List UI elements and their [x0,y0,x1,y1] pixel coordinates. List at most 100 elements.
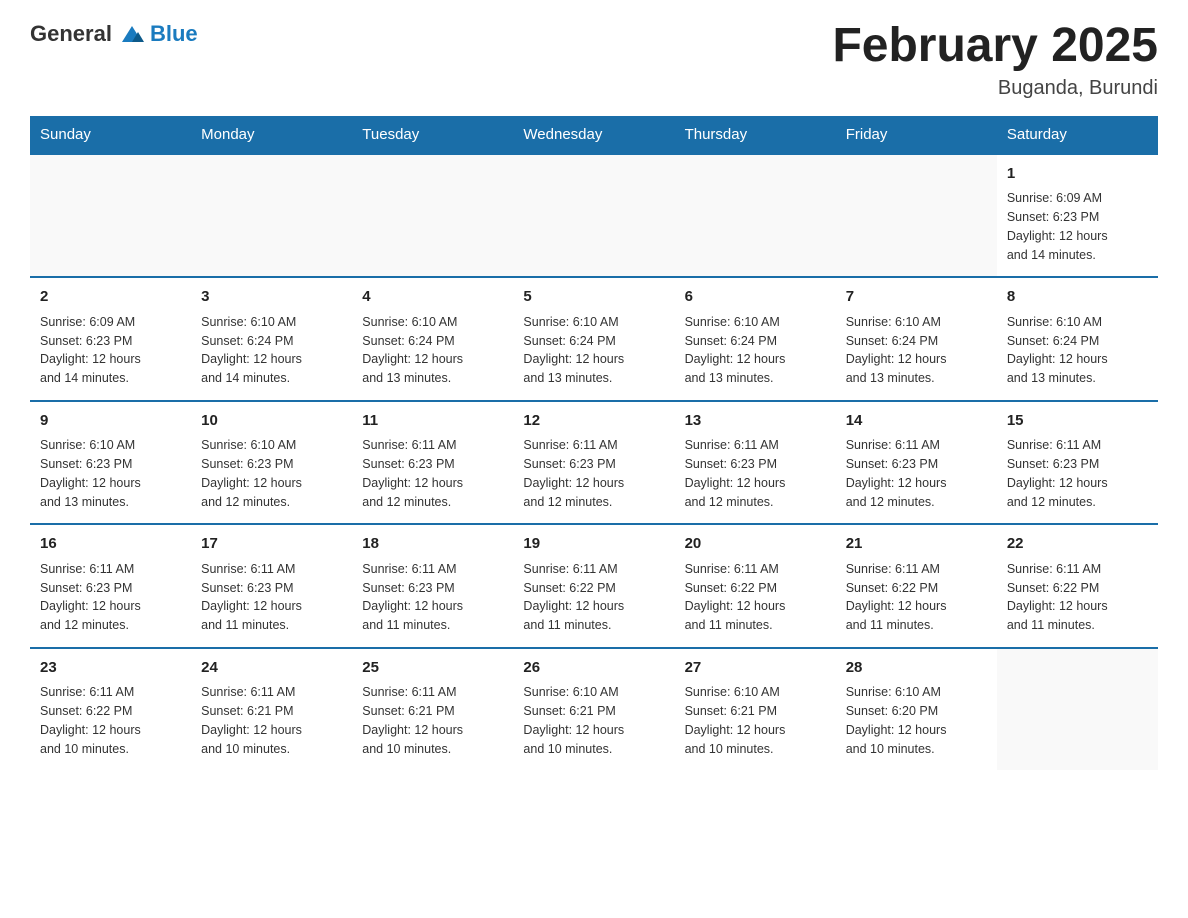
day-info: Sunrise: 6:10 AM Sunset: 6:24 PM Dayligh… [846,313,987,388]
calendar-cell: 16Sunrise: 6:11 AM Sunset: 6:23 PM Dayli… [30,524,191,648]
day-info: Sunrise: 6:11 AM Sunset: 6:23 PM Dayligh… [362,436,503,511]
calendar-cell: 1 Sunrise: 6:09 AM Sunset: 6:23 PM Daylig… [997,154,1158,278]
day-number: 23 [40,657,181,680]
weekday-header-wednesday: Wednesday [513,116,674,154]
weekday-header-sunday: Sunday [30,116,191,154]
calendar-week-3: 9 Sunrise: 6:10 AM Sunset: 6:23 PM Daylig… [30,401,1158,525]
day-number: 11 [362,410,503,433]
day-info: Sunrise: 6:10 AM Sunset: 6:24 PM Dayligh… [1007,313,1148,388]
day-info: Sunrise: 6:11 AM Sunset: 6:22 PM Dayligh… [846,560,987,635]
day-number: 18 [362,533,503,556]
calendar-header: SundayMondayTuesdayWednesdayThursdayFrid… [30,116,1158,154]
calendar-cell: 23 Sunrise: 6:11 AM Sunset: 6:22 PM Dayli… [30,648,191,771]
day-info: Sunrise: 6:10 AM Sunset: 6:23 PM Dayligh… [201,436,342,511]
calendar-body: 1 Sunrise: 6:09 AM Sunset: 6:23 PM Daylig… [30,154,1158,771]
day-info: Sunrise: 6:10 AM Sunset: 6:21 PM Dayligh… [685,683,826,758]
day-number: 8 [1007,286,1148,309]
day-number: 27 [685,657,826,680]
calendar-week-2: 2 Sunrise: 6:09 AM Sunset: 6:23 PM Daylig… [30,277,1158,401]
day-number: 14 [846,410,987,433]
page-header: General Blue February 2025 Buganda, Buru… [30,20,1158,100]
calendar-cell: 13Sunrise: 6:11 AM Sunset: 6:23 PM Dayli… [675,401,836,525]
calendar-cell: 15 Sunrise: 6:11 AM Sunset: 6:23 PM Dayli… [997,401,1158,525]
day-number: 28 [846,657,987,680]
calendar-cell: 26 Sunrise: 6:10 AM Sunset: 6:21 PM Dayli… [513,648,674,771]
location: Buganda, Burundi [832,77,1158,100]
day-number: 7 [846,286,987,309]
logo-blue: Blue [150,21,198,47]
weekday-header-monday: Monday [191,116,352,154]
day-number: 9 [40,410,181,433]
day-info: Sunrise: 6:11 AM Sunset: 6:23 PM Dayligh… [846,436,987,511]
day-info: Sunrise: 6:10 AM Sunset: 6:21 PM Dayligh… [523,683,664,758]
logo-icon [118,20,146,48]
day-info: Sunrise: 6:10 AM Sunset: 6:24 PM Dayligh… [201,313,342,388]
calendar-cell: 2 Sunrise: 6:09 AM Sunset: 6:23 PM Daylig… [30,277,191,401]
day-info: Sunrise: 6:10 AM Sunset: 6:24 PM Dayligh… [685,313,826,388]
day-number: 6 [685,286,826,309]
weekday-header-friday: Friday [836,116,997,154]
day-info: Sunrise: 6:09 AM Sunset: 6:23 PM Dayligh… [40,313,181,388]
calendar-cell: 19 Sunrise: 6:11 AM Sunset: 6:22 PM Dayli… [513,524,674,648]
calendar-week-5: 23 Sunrise: 6:11 AM Sunset: 6:22 PM Dayli… [30,648,1158,771]
day-number: 12 [523,410,664,433]
day-number: 13 [685,410,826,433]
day-number: 3 [201,286,342,309]
weekday-header-tuesday: Tuesday [352,116,513,154]
month-title: February 2025 [832,20,1158,73]
day-info: Sunrise: 6:11 AM Sunset: 6:23 PM Dayligh… [40,560,181,635]
day-number: 10 [201,410,342,433]
day-number: 1 [1007,163,1148,186]
calendar-cell: 7 Sunrise: 6:10 AM Sunset: 6:24 PM Daylig… [836,277,997,401]
calendar-cell: 14 Sunrise: 6:11 AM Sunset: 6:23 PM Dayli… [836,401,997,525]
calendar-week-4: 16Sunrise: 6:11 AM Sunset: 6:23 PM Dayli… [30,524,1158,648]
calendar-cell: 6 Sunrise: 6:10 AM Sunset: 6:24 PM Daylig… [675,277,836,401]
weekday-header-thursday: Thursday [675,116,836,154]
day-info: Sunrise: 6:11 AM Sunset: 6:21 PM Dayligh… [201,683,342,758]
day-number: 24 [201,657,342,680]
day-info: Sunrise: 6:10 AM Sunset: 6:24 PM Dayligh… [362,313,503,388]
calendar-cell: 25 Sunrise: 6:11 AM Sunset: 6:21 PM Dayli… [352,648,513,771]
calendar-cell: 27 Sunrise: 6:10 AM Sunset: 6:21 PM Dayli… [675,648,836,771]
calendar-cell: 22 Sunrise: 6:11 AM Sunset: 6:22 PM Dayli… [997,524,1158,648]
day-info: Sunrise: 6:11 AM Sunset: 6:23 PM Dayligh… [362,560,503,635]
day-number: 15 [1007,410,1148,433]
day-info: Sunrise: 6:11 AM Sunset: 6:22 PM Dayligh… [1007,560,1148,635]
day-number: 25 [362,657,503,680]
calendar-cell: 24 Sunrise: 6:11 AM Sunset: 6:21 PM Dayli… [191,648,352,771]
calendar-cell [997,648,1158,771]
day-info: Sunrise: 6:11 AM Sunset: 6:23 PM Dayligh… [201,560,342,635]
day-info: Sunrise: 6:11 AM Sunset: 6:22 PM Dayligh… [523,560,664,635]
calendar-cell [352,154,513,278]
day-info: Sunrise: 6:11 AM Sunset: 6:22 PM Dayligh… [40,683,181,758]
calendar-cell: 11 Sunrise: 6:11 AM Sunset: 6:23 PM Dayli… [352,401,513,525]
day-number: 26 [523,657,664,680]
calendar-cell [836,154,997,278]
calendar-cell: 9 Sunrise: 6:10 AM Sunset: 6:23 PM Daylig… [30,401,191,525]
calendar-cell: 20Sunrise: 6:11 AM Sunset: 6:22 PM Dayli… [675,524,836,648]
title-section: February 2025 Buganda, Burundi [832,20,1158,100]
day-number: 21 [846,533,987,556]
calendar-cell [191,154,352,278]
calendar-cell: 12 Sunrise: 6:11 AM Sunset: 6:23 PM Dayli… [513,401,674,525]
day-info: Sunrise: 6:11 AM Sunset: 6:23 PM Dayligh… [1007,436,1148,511]
calendar-cell: 5Sunrise: 6:10 AM Sunset: 6:24 PM Daylig… [513,277,674,401]
calendar-cell: 21 Sunrise: 6:11 AM Sunset: 6:22 PM Dayli… [836,524,997,648]
day-number: 2 [40,286,181,309]
weekday-row: SundayMondayTuesdayWednesdayThursdayFrid… [30,116,1158,154]
day-number: 22 [1007,533,1148,556]
day-number: 19 [523,533,664,556]
weekday-header-saturday: Saturday [997,116,1158,154]
day-number: 20 [685,533,826,556]
calendar-cell: 17Sunrise: 6:11 AM Sunset: 6:23 PM Dayli… [191,524,352,648]
day-info: Sunrise: 6:11 AM Sunset: 6:23 PM Dayligh… [523,436,664,511]
logo-general: General [30,21,112,47]
day-info: Sunrise: 6:10 AM Sunset: 6:23 PM Dayligh… [40,436,181,511]
day-info: Sunrise: 6:10 AM Sunset: 6:24 PM Dayligh… [523,313,664,388]
calendar-cell: 28Sunrise: 6:10 AM Sunset: 6:20 PM Dayli… [836,648,997,771]
logo: General Blue [30,20,198,48]
day-info: Sunrise: 6:09 AM Sunset: 6:23 PM Dayligh… [1007,189,1148,264]
calendar-cell [30,154,191,278]
calendar-cell [513,154,674,278]
day-info: Sunrise: 6:11 AM Sunset: 6:21 PM Dayligh… [362,683,503,758]
